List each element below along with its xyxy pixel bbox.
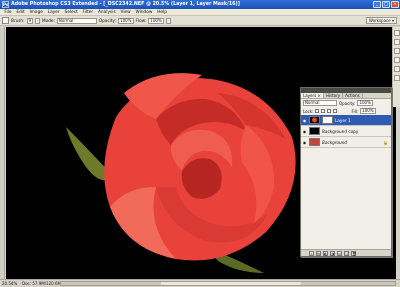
- menu-analysis[interactable]: Analysis: [96, 10, 119, 15]
- add-mask-icon[interactable]: ◐: [323, 250, 328, 256]
- tab-actions[interactable]: Actions: [343, 93, 363, 98]
- status-bar: 20.54% Doc: 57.9M/120.6M: [0, 279, 400, 287]
- menu-bar: File Edit Image Layer Select Filter Anal…: [0, 9, 400, 16]
- airbrush-button[interactable]: [165, 17, 171, 24]
- menu-window[interactable]: Window: [133, 10, 155, 15]
- scrollbar-thumb[interactable]: [161, 282, 301, 285]
- brush-label: Brush:: [11, 18, 25, 23]
- color-icon[interactable]: [394, 57, 400, 63]
- opacity-input[interactable]: 100%: [118, 17, 134, 24]
- histogram-icon[interactable]: [394, 39, 400, 45]
- layers-panel: Layers × History Actions Normal Opacity:…: [300, 87, 392, 257]
- new-layer-icon[interactable]: ❏: [344, 250, 349, 256]
- lock-transparency-toggle[interactable]: [315, 109, 320, 113]
- document-size[interactable]: Doc: 57.9M/120.6M: [22, 281, 61, 286]
- layer-style-icon[interactable]: fx: [316, 250, 321, 256]
- menu-filter[interactable]: Filter: [80, 10, 95, 15]
- new-group-icon[interactable]: ▭: [337, 250, 342, 256]
- lock-icon: 🔒: [383, 139, 388, 145]
- tab-history[interactable]: History: [324, 93, 344, 98]
- menu-select[interactable]: Select: [62, 10, 80, 15]
- layer-row-layer-1[interactable]: ◉ Layer 1: [301, 115, 391, 126]
- menu-help[interactable]: Help: [155, 10, 170, 15]
- layer-mask-thumbnail[interactable]: [322, 116, 333, 124]
- zoom-level[interactable]: 20.54%: [2, 281, 17, 286]
- eye-visibility-icon[interactable]: ◉: [302, 129, 307, 134]
- menu-layer[interactable]: Layer: [45, 10, 62, 15]
- title-bar: Ps Adobe Photoshop CS3 Extended - [_DSC2…: [0, 0, 400, 9]
- brush-size-picker[interactable]: 9: [26, 17, 34, 24]
- brush-tool-icon[interactable]: [2, 17, 9, 24]
- options-bar: Brush: 9 Mode: Normal Opacity: 100% Flow…: [0, 16, 400, 26]
- mode-select[interactable]: Normal: [56, 17, 97, 24]
- blend-row: Normal Opacity: 100%: [301, 99, 391, 107]
- panel-dock-strip: [392, 27, 400, 107]
- lock-pixels-toggle[interactable]: [321, 109, 326, 113]
- eye-visibility-icon[interactable]: ◉: [302, 118, 307, 123]
- menu-file[interactable]: File: [2, 10, 14, 15]
- tab-layers[interactable]: Layers ×: [301, 93, 324, 98]
- flow-label: Flow:: [135, 18, 147, 23]
- photoshop-window: Ps Adobe Photoshop CS3 Extended - [_DSC2…: [0, 0, 400, 287]
- layer-row-background[interactable]: ◉ Background 🔒: [301, 137, 391, 148]
- lock-row: Lock: Fill: 100%: [301, 107, 391, 115]
- layer-thumbnail: [309, 116, 320, 124]
- styles-icon[interactable]: [394, 75, 400, 81]
- menu-edit[interactable]: Edit: [14, 10, 27, 15]
- layer-name: Layer 1: [335, 117, 351, 123]
- layer-opacity-input[interactable]: 100%: [357, 100, 373, 106]
- lock-label: Lock:: [303, 108, 314, 114]
- info-icon[interactable]: [394, 48, 400, 54]
- mode-label: Mode:: [42, 18, 55, 23]
- layer-name: Background: [322, 139, 348, 145]
- fill-input[interactable]: 100%: [360, 108, 376, 114]
- horizontal-scrollbar[interactable]: [60, 281, 396, 286]
- lock-all-toggle[interactable]: [333, 109, 338, 113]
- window-title: Adobe Photoshop CS3 Extended - [_DSC2342…: [11, 2, 240, 7]
- navigator-icon[interactable]: [394, 30, 400, 36]
- link-layers-icon[interactable]: ∞: [309, 250, 314, 256]
- workspace-button[interactable]: Workspace ▾: [365, 17, 397, 24]
- adjustment-layer-icon[interactable]: ◑: [330, 250, 335, 256]
- opacity-label: Opacity:: [98, 18, 117, 23]
- layer-thumbnail: [309, 138, 320, 146]
- menu-image[interactable]: Image: [27, 10, 45, 15]
- swatches-icon[interactable]: [394, 66, 400, 72]
- layer-name: Background copy: [322, 128, 359, 134]
- layer-opacity-label: Opacity:: [339, 100, 356, 106]
- delete-layer-icon[interactable]: 🗑: [351, 250, 356, 256]
- blend-mode-select[interactable]: Normal: [303, 100, 337, 106]
- brush-dropdown-button[interactable]: [35, 17, 41, 24]
- fill-label: Fill:: [351, 108, 359, 114]
- layer-row-background-copy[interactable]: ◉ Background copy: [301, 126, 391, 137]
- photoshop-logo-icon: Ps: [2, 1, 9, 8]
- layer-thumbnail: [309, 127, 320, 135]
- lock-position-toggle[interactable]: [327, 109, 332, 113]
- tools-panel[interactable]: [0, 27, 5, 279]
- close-button[interactable]: ×: [391, 1, 399, 8]
- flow-input[interactable]: 100%: [148, 17, 164, 24]
- layers-panel-footer: ∞ fx ◐ ◑ ▭ ❏ 🗑: [301, 249, 391, 256]
- eye-visibility-icon[interactable]: ◉: [302, 140, 307, 145]
- window-controls: _ □ ×: [373, 1, 399, 8]
- maximize-button[interactable]: □: [382, 1, 390, 8]
- minimize-button[interactable]: _: [373, 1, 381, 8]
- menu-view[interactable]: View: [118, 10, 133, 15]
